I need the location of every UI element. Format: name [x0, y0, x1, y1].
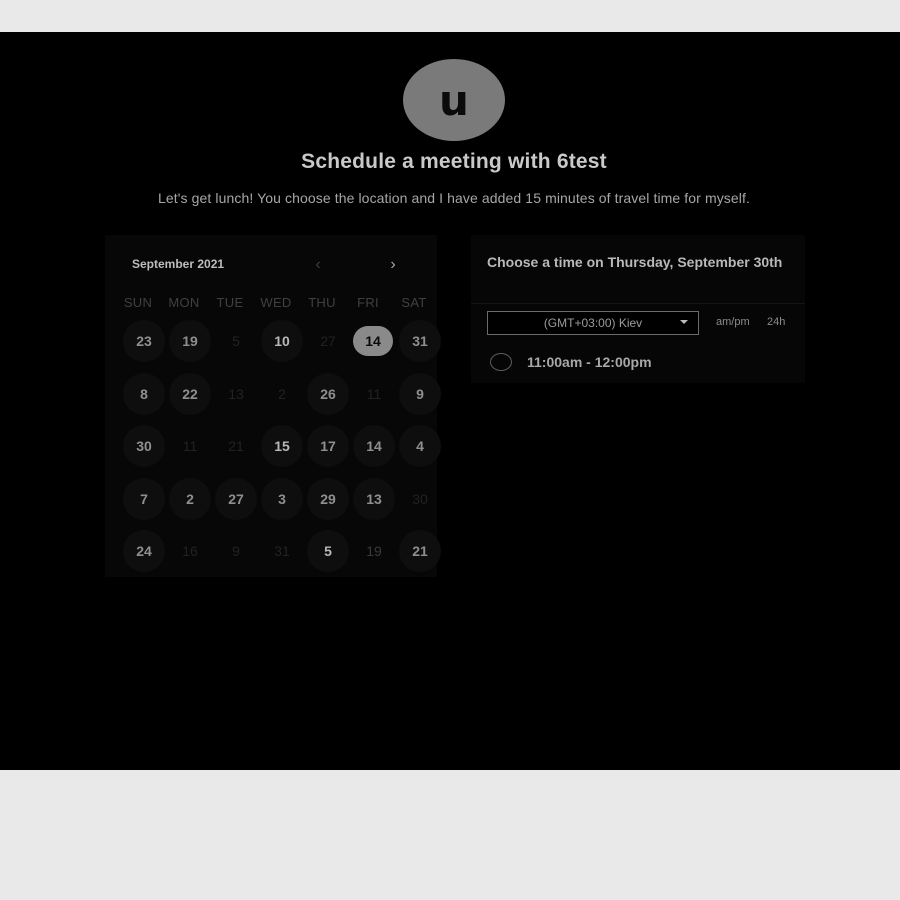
page-subtitle: Let's get lunch! You choose the location…: [158, 190, 750, 206]
format-24h-toggle[interactable]: 24h: [767, 316, 785, 328]
calendar-day[interactable]: 10: [261, 320, 303, 362]
calendar-day[interactable]: 19: [169, 320, 211, 362]
calendar-day[interactable]: 7: [123, 477, 165, 520]
weekday-label: MON: [168, 295, 200, 310]
weekday-label: FRI: [357, 295, 379, 310]
calendar-day: 9: [232, 543, 240, 559]
calendar-day: 2: [278, 385, 286, 402]
format-ampm-toggle[interactable]: am/pm: [716, 316, 750, 328]
weekday-label: SAT: [401, 295, 427, 310]
calendar-day[interactable]: 13: [353, 477, 395, 520]
timezone-select[interactable]: (GMT+03:00) Kiev: [487, 311, 699, 335]
calendar-day: 21: [228, 438, 244, 454]
scheduling-page: u Schedule a meeting with 6test Let's ge…: [0, 32, 900, 770]
divider: [471, 303, 805, 304]
calendar-day[interactable]: 17: [307, 425, 349, 467]
calendar-day: 13: [228, 385, 244, 402]
calendar-day[interactable]: 2: [169, 477, 211, 520]
radio-button[interactable]: [490, 353, 512, 371]
time-slot-option[interactable]: 11:00am - 12:00pm: [490, 350, 790, 374]
calendar-day[interactable]: 30: [123, 425, 165, 467]
calendar-day: 19: [366, 543, 382, 559]
time-slot-label: 11:00am - 12:00pm: [527, 354, 652, 370]
weekday-label: TUE: [216, 295, 244, 310]
calendar-day: 11: [182, 438, 198, 454]
chevron-left-icon[interactable]: ‹: [309, 256, 327, 274]
chevron-down-icon: [680, 320, 688, 324]
weekday-label: WED: [260, 295, 292, 310]
calendar-month-label: September 2021: [132, 257, 225, 271]
calendar-day[interactable]: 21: [399, 530, 441, 572]
calendar-day[interactable]: 8: [123, 372, 165, 415]
calendar-day[interactable]: 23: [123, 320, 165, 362]
calendar-day: 5: [232, 333, 240, 349]
calendar-day[interactable]: 26: [307, 372, 349, 415]
calendar-day: 30: [412, 490, 428, 507]
avatar: u: [403, 59, 505, 141]
calendar: September 2021 ‹ › SUN MON TUE WED THU F…: [105, 235, 441, 577]
calendar-day[interactable]: 31: [399, 320, 441, 362]
time-panel-heading: Choose a time on Thursday, September 30t…: [487, 254, 783, 270]
calendar-day[interactable]: 3: [261, 477, 303, 520]
weekday-label: THU: [308, 295, 336, 310]
calendar-day[interactable]: 9: [399, 372, 441, 415]
calendar-day: 27: [320, 333, 336, 349]
calendar-day: 16: [182, 543, 198, 559]
weekday-label: SUN: [123, 295, 153, 310]
calendar-day: 31: [274, 543, 290, 559]
calendar-day[interactable]: 4: [399, 425, 441, 467]
avatar-letter: u: [439, 75, 469, 125]
calendar-day-grid: 23 19 5 10 27 14 31 8 22 13 2 26 11 9 30 11 21 15 17 14 4 7 2 2…: [121, 320, 443, 583]
calendar-day[interactable]: 29: [307, 477, 349, 520]
calendar-day-selected[interactable]: 14: [353, 326, 393, 356]
weekday-header: SUN MON TUE WED THU FRI SAT: [115, 295, 427, 310]
chevron-right-icon[interactable]: ›: [384, 256, 402, 274]
calendar-day[interactable]: 22: [169, 372, 211, 415]
calendar-day: 11: [366, 385, 382, 402]
calendar-day[interactable]: 15: [261, 425, 303, 467]
calendar-day[interactable]: 5: [307, 530, 349, 572]
timezone-value: (GMT+03:00) Kiev: [543, 316, 643, 330]
calendar-day[interactable]: 27: [215, 477, 257, 520]
calendar-day[interactable]: 14: [353, 425, 395, 467]
calendar-day[interactable]: 24: [123, 530, 165, 572]
page-title: Schedule a meeting with 6test: [301, 150, 607, 173]
